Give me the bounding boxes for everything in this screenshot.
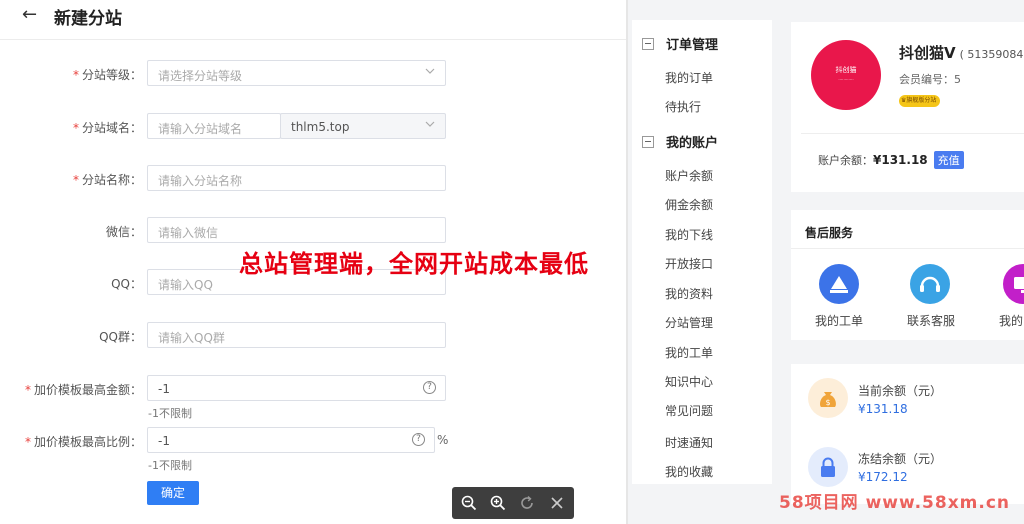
avatar: 抖创猫 ············ — [811, 40, 881, 110]
monitor-icon[interactable] — [1003, 264, 1024, 304]
divider — [626, 0, 628, 524]
field-max-ratio: * 加价模板最高比例： -1 ? % — [0, 427, 626, 455]
sidebar-item-notice[interactable]: 时速通知 — [665, 434, 713, 451]
sidebar-item-knowledge[interactable]: 知识中心 — [665, 373, 713, 390]
sidebar-item-commission[interactable]: 佣金余额 — [665, 196, 713, 213]
help-circle-icon[interactable]: ? — [412, 433, 425, 446]
frozen-balance-label: 冻结余额（元） — [858, 452, 943, 466]
help-circle-icon[interactable]: ? — [423, 381, 436, 394]
max-amount-input[interactable]: -1 ? — [147, 375, 446, 401]
level-select-placeholder: 请选择分站等级 — [158, 69, 243, 83]
max-ratio-hint: -1不限制 — [148, 459, 192, 472]
service-my-third[interactable]: 我的 — [999, 312, 1023, 329]
domain-suffix-select[interactable]: thlm5.top — [280, 113, 446, 139]
svg-text:$: $ — [825, 398, 830, 407]
domain-input[interactable]: 请输入分站域名 — [147, 113, 281, 139]
field-level: * 分站等级： 请选择分站等级 — [0, 60, 626, 88]
sidebar-item-downline[interactable]: 我的下线 — [665, 226, 713, 243]
create-substation-panel: ← 新建分站 * 分站等级： 请选择分站等级 * 分站域名： 请输入分站域名 thl… — [0, 0, 626, 524]
sidebar-item-pending[interactable]: 待执行 — [665, 98, 701, 115]
avatar-logo-subline: ············ — [838, 77, 854, 82]
sidebar-item-profile[interactable]: 我的资料 — [665, 285, 713, 302]
field-domain: * 分站域名： 请输入分站域名 thlm5.top — [0, 113, 626, 141]
account-balance: 账户余额：¥131.18 充值 — [818, 151, 964, 169]
confirm-button[interactable]: 确定 — [147, 481, 199, 505]
sidebar-item-favorites[interactable]: 我的收藏 — [665, 463, 713, 480]
menu-group-account[interactable]: 我的账户 — [642, 132, 718, 151]
promo-overlay-text: 总站管理端，全网开站成本最低 — [239, 250, 589, 278]
headset-icon[interactable] — [910, 264, 950, 304]
level-badge: ♛旗舰版分站 — [899, 95, 941, 107]
field-max-amount: * 加价模板最高金额： -1 ? — [0, 375, 626, 403]
services-title: 售后服务 — [805, 226, 854, 240]
money-bag-icon: $ — [808, 378, 848, 418]
name-input-placeholder: 请输入分站名称 — [158, 174, 243, 188]
domain-label: * 分站域名： — [72, 121, 142, 135]
user-name: 抖创猫V( 51359084 — [899, 44, 1024, 62]
chevron-down-icon — [425, 68, 435, 74]
service-contact[interactable]: 联系客服 — [907, 312, 955, 329]
name-input[interactable]: 请输入分站名称 — [147, 165, 446, 191]
sidebar-item-tickets[interactable]: 我的工单 — [665, 344, 713, 361]
name-label: * 分站名称： — [72, 173, 142, 187]
sidebar-item-api[interactable]: 开放接口 — [665, 255, 713, 272]
level-label: * 分站等级： — [72, 68, 142, 82]
max-ratio-input[interactable]: -1 ? — [147, 427, 435, 453]
member-number: 会员编号：5 — [899, 73, 961, 86]
recharge-button[interactable]: 充值 — [933, 151, 964, 169]
ticket-icon[interactable] — [819, 264, 859, 304]
page-header: ← 新建分站 — [0, 0, 626, 40]
field-qqgroup: QQ群： 请输入QQ群 — [0, 322, 626, 350]
avatar-logo-text: 抖创猫 — [835, 66, 857, 74]
close-icon[interactable] — [548, 494, 566, 516]
qqgroup-label: QQ群： — [99, 330, 142, 344]
wechat-input[interactable]: 请输入微信 — [147, 217, 446, 243]
domain-input-placeholder: 请输入分站域名 — [158, 122, 243, 136]
sidebar-item-balance[interactable]: 账户余额 — [665, 167, 713, 184]
max-ratio-value: -1 — [158, 434, 170, 448]
card-divider — [801, 133, 1024, 134]
sidebar-item-substation[interactable]: 分站管理 — [665, 314, 713, 331]
field-wechat: 微信： 请输入微信 — [0, 217, 626, 245]
level-select[interactable]: 请选择分站等级 — [147, 60, 446, 86]
qq-label: QQ： — [111, 277, 142, 291]
menu-group-orders[interactable]: 订单管理 — [642, 34, 718, 53]
wechat-input-placeholder: 请输入微信 — [158, 226, 219, 240]
max-amount-hint: -1不限制 — [148, 407, 192, 420]
lock-icon — [808, 447, 848, 487]
zoom-out-icon[interactable] — [460, 494, 478, 516]
current-balance-label: 当前余额（元） — [858, 384, 943, 398]
site-watermark: 58项目网 www.58xm.cn — [779, 493, 1011, 513]
qqgroup-input[interactable]: 请输入QQ群 — [147, 322, 446, 348]
level-badge-text: 旗舰版分站 — [906, 97, 937, 104]
qqgroup-input-placeholder: 请输入QQ群 — [158, 331, 225, 345]
frozen-balance-value: ¥172.12 — [858, 470, 908, 484]
collapse-icon — [642, 136, 654, 148]
field-name: * 分站名称： 请输入分站名称 — [0, 165, 626, 193]
rotate-icon[interactable] — [518, 494, 536, 516]
user-id: ( 51359084 — [959, 48, 1024, 61]
chevron-down-icon — [425, 121, 435, 127]
max-ratio-label: * 加价模板最高比例： — [24, 435, 142, 449]
domain-suffix-value: thlm5.top — [291, 120, 350, 134]
percent-unit: % — [437, 433, 449, 447]
wechat-label: 微信： — [105, 225, 142, 239]
zoom-in-icon[interactable] — [489, 494, 507, 516]
sidebar-item-my-orders[interactable]: 我的订单 — [665, 69, 713, 86]
page-title: 新建分站 — [54, 9, 122, 29]
sidebar-menu: 订单管理 我的订单 待执行 我的账户 账户余额 佣金余额 我的下线 开放接口 我… — [632, 20, 772, 484]
qq-input-placeholder: 请输入QQ — [158, 278, 213, 292]
image-zoom-toolbar — [452, 487, 574, 519]
collapse-icon — [642, 38, 654, 50]
account-balance-value: ¥131.18 — [873, 153, 928, 167]
max-amount-value: -1 — [158, 382, 170, 396]
max-amount-label: * 加价模板最高金额： — [24, 383, 142, 397]
back-arrow-icon[interactable]: ← — [22, 4, 37, 25]
service-my-tickets[interactable]: 我的工单 — [815, 312, 863, 329]
sidebar-item-faq[interactable]: 常见问题 — [665, 402, 713, 419]
current-balance-value: ¥131.18 — [858, 402, 908, 416]
services-divider — [791, 248, 1024, 249]
